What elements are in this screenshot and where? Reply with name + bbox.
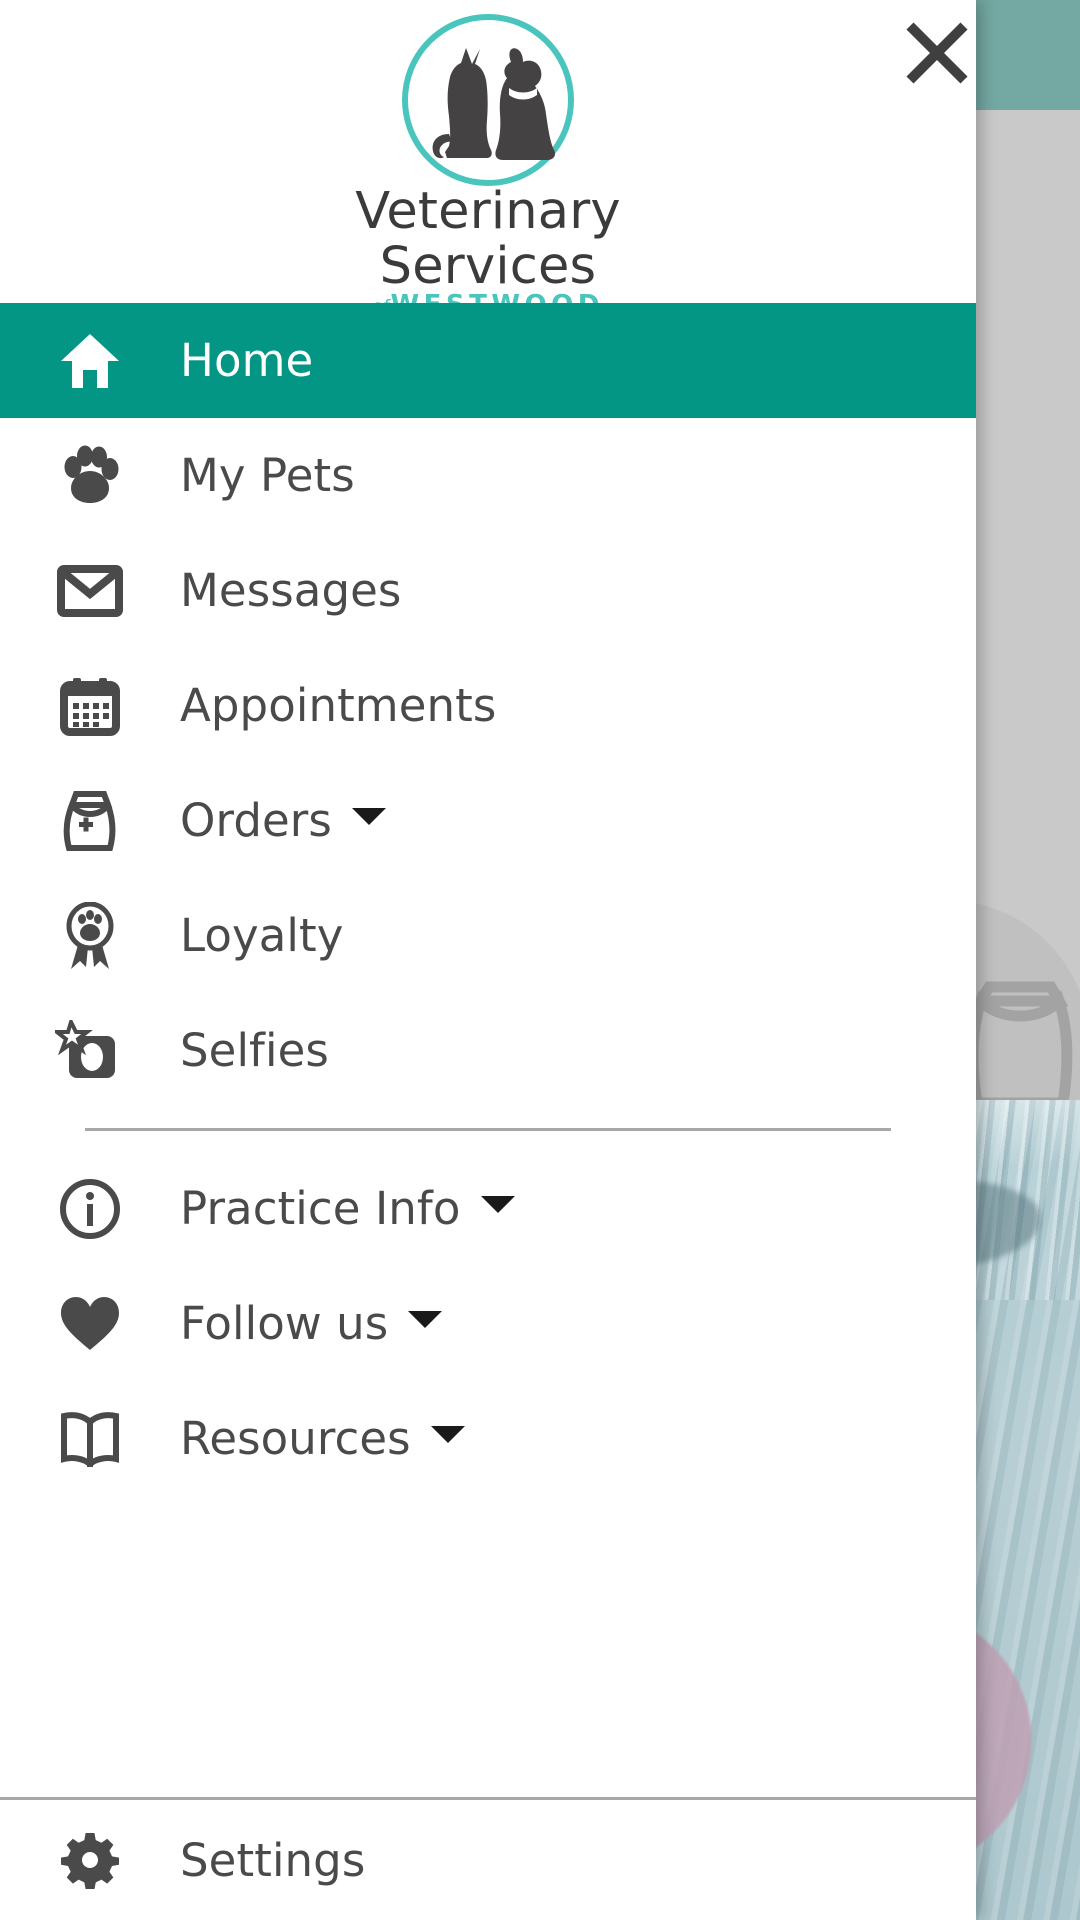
- nav-item-practice-info[interactable]: Practice Info: [0, 1151, 976, 1266]
- nav-item-settings[interactable]: Settings: [0, 1800, 976, 1920]
- nav-label-settings: Settings: [180, 1833, 366, 1887]
- nav-item-loyalty[interactable]: Loyalty: [0, 878, 976, 993]
- food-bag-icon: [0, 789, 180, 853]
- mail-icon: [0, 564, 180, 617]
- heart-icon: [0, 1295, 180, 1353]
- nav-label-messages: Messages: [180, 564, 402, 617]
- nav-item-appointments[interactable]: Appointments: [0, 648, 976, 763]
- paw-icon: [0, 445, 180, 507]
- chevron-down-icon[interactable]: [480, 1196, 515, 1213]
- nav-label-selfies: Selfies: [180, 1024, 329, 1077]
- gear-icon: [0, 1831, 180, 1889]
- nav-item-follow-us[interactable]: Follow us: [0, 1266, 976, 1381]
- chevron-down-icon[interactable]: [351, 808, 386, 825]
- cat-and-dog-icon: [402, 14, 574, 186]
- nav-label-orders: Orders: [180, 794, 332, 847]
- nav-label-appointments: Appointments: [180, 679, 497, 732]
- nav-label-practice-info: Practice Info: [180, 1182, 461, 1235]
- navigation-drawer: Veterinary Services ofWESTWOOD Home: [0, 0, 976, 1920]
- cat-and-dog-silhouette: [425, 46, 563, 166]
- chevron-down-icon[interactable]: [430, 1426, 465, 1443]
- drawer-footer: Settings: [0, 1797, 976, 1920]
- nav-divider: [85, 1128, 891, 1131]
- camera-star-icon: [0, 1019, 180, 1082]
- nav-item-selfies[interactable]: Selfies: [0, 993, 976, 1108]
- logo-title-line1: Veterinary: [355, 182, 621, 241]
- book-icon: [0, 1411, 180, 1467]
- nav-item-home[interactable]: Home: [0, 303, 976, 418]
- nav-item-orders[interactable]: Orders: [0, 763, 976, 878]
- close-icon[interactable]: [892, 8, 982, 98]
- nav-label-loyalty: Loyalty: [180, 909, 344, 962]
- nav-item-my-pets[interactable]: My Pets: [0, 418, 976, 533]
- drawer-nav-list[interactable]: Home My Pets Messages Appointments Order…: [0, 303, 976, 1797]
- nav-label-my-pets: My Pets: [180, 449, 355, 502]
- nav-label-home: Home: [180, 334, 314, 387]
- award-paw-icon: [0, 901, 180, 970]
- home-icon: [0, 332, 180, 390]
- nav-label-resources: Resources: [180, 1412, 411, 1465]
- nav-label-follow-us: Follow us: [180, 1297, 389, 1350]
- chevron-down-icon[interactable]: [408, 1311, 443, 1328]
- app-screen: 5: [0, 0, 1080, 1920]
- calendar-icon: [0, 676, 180, 736]
- nav-item-resources[interactable]: Resources: [0, 1381, 976, 1496]
- drawer-logo-header: Veterinary Services ofWESTWOOD: [0, 0, 976, 320]
- nav-item-messages[interactable]: Messages: [0, 533, 976, 648]
- logo-title-line2: Services: [379, 237, 597, 296]
- info-icon: [0, 1178, 180, 1240]
